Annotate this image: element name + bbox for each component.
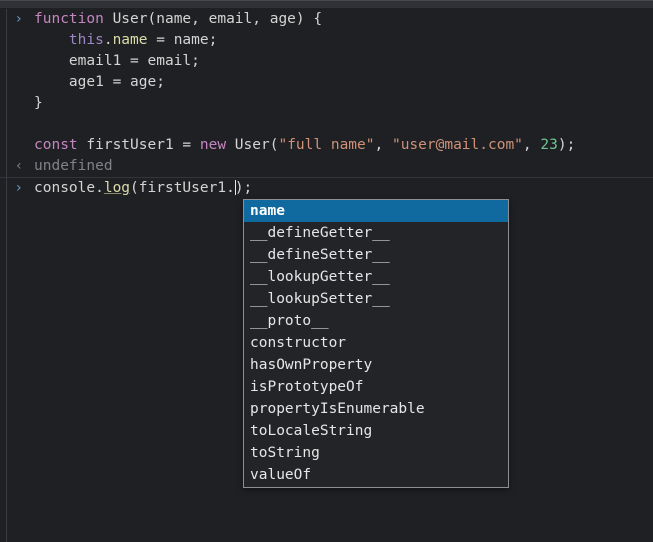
autocomplete-item[interactable]: __defineGetter__ [244,222,508,244]
code-token: = name; [147,32,218,48]
code-token: console [34,180,96,196]
prompt-chevron-icon: › [16,11,22,27]
code-token: log [103,180,131,196]
code-token: const [34,137,78,153]
output-arrow-icon: ‹ [16,158,22,174]
console-toolbar-strip [0,0,653,8]
code-token: (name, email, age) { [147,11,323,27]
code-token: . [95,180,104,196]
autocomplete-item[interactable]: propertyIsEnumerable [244,398,508,420]
console-output-value: undefined [34,158,113,174]
property-autocomplete-popup[interactable]: name __defineGetter__ __defineSetter__ __lo… [243,199,509,488]
console-code-block[interactable]: function User(name, email, age) { this.n… [14,9,653,156]
autocomplete-item[interactable]: hasOwnProperty [244,354,508,376]
autocomplete-item[interactable]: valueOf [244,464,508,486]
code-token: (firstUser1. [130,180,235,196]
code-token: age1 = age; [34,74,165,90]
autocomplete-item[interactable]: constructor [244,332,508,354]
code-token: , [522,137,541,153]
code-token: name [112,32,148,48]
code-token: } [34,95,43,111]
autocomplete-item[interactable]: __proto__ [244,310,508,332]
autocomplete-item[interactable]: isPrototypeOf [244,376,508,398]
code-line: email1 = email; [34,51,653,72]
console-input-row[interactable]: › function User(name, email, age) { this.… [0,9,653,156]
code-line: } [34,93,653,114]
devtools-console-panel: › function User(name, email, age) { this.… [0,0,653,542]
code-token: new [199,137,227,153]
code-line: function User(name, email, age) { [34,9,653,30]
code-line: age1 = age; [34,72,653,93]
code-token: 23 [540,137,558,153]
autocomplete-item[interactable]: name [244,200,508,222]
code-line: const firstUser1 = new User("full name",… [34,135,653,156]
code-token: "full name" [278,137,375,153]
code-line: this.name = name; [34,30,653,51]
code-token: ); [557,137,576,153]
code-token: "user@mail.com" [391,137,523,153]
code-token: ); [234,180,253,196]
console-code-block[interactable]: console.log(firstUser1.); [14,178,653,199]
autocomplete-item[interactable]: toString [244,442,508,464]
code-token: . [103,32,113,48]
code-token: , [374,137,392,153]
code-token: email1 = email; [34,53,200,69]
autocomplete-item[interactable]: __lookupSetter__ [244,288,508,310]
code-token: firstUser1 = [77,137,200,153]
code-token: this [68,32,104,48]
autocomplete-item[interactable]: __defineSetter__ [244,244,508,266]
autocomplete-item[interactable]: __lookupGetter__ [244,266,508,288]
code-token: User( [226,137,279,153]
code-line: console.log(firstUser1.); [34,178,653,199]
code-token: function [34,11,113,27]
autocomplete-item[interactable]: toLocaleString [244,420,508,442]
console-active-input-row[interactable]: › console.log(firstUser1.); [0,177,653,199]
console-output-row[interactable]: ‹ undefined [0,156,653,177]
prompt-chevron-icon: › [16,180,22,196]
code-token: User [112,11,148,27]
